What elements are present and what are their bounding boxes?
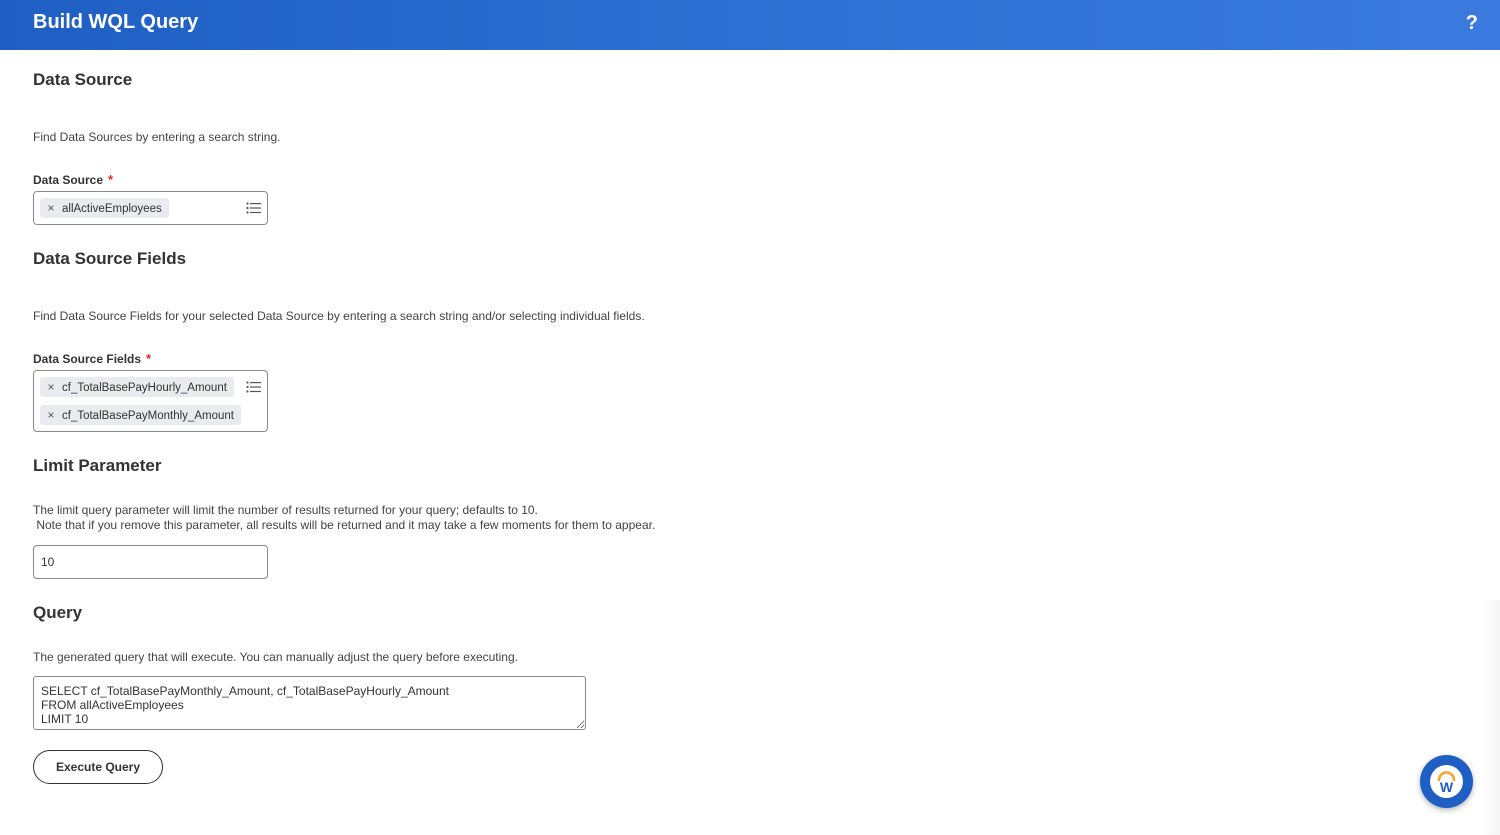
execute-query-button[interactable]: Execute Query — [33, 750, 163, 784]
data-source-label-text: Data Source — [33, 173, 104, 187]
data-source-label: Data Source * — [33, 172, 114, 188]
query-section-title: Query — [33, 603, 83, 622]
field-chip: × cf_TotalBasePayHourly_Amount — [40, 377, 234, 397]
help-button[interactable]: ? — [1466, 11, 1478, 35]
workday-assistant-button[interactable]: W — [1420, 755, 1473, 808]
chip-label: allActiveEmployees — [62, 203, 162, 215]
data-source-input[interactable]: × allActiveEmployees — [33, 191, 268, 225]
list-icon[interactable] — [246, 202, 262, 214]
data-source-fields-label-text: Data Source Fields — [33, 352, 142, 366]
page-header: Build WQL Query ? — [0, 0, 1500, 50]
limit-parameter-section-title: Limit Parameter — [33, 456, 162, 475]
assistant-letter: W — [1440, 779, 1454, 795]
data-source-chip: × allActiveEmployees — [40, 198, 169, 218]
assistant-logo-icon: W — [1437, 771, 1456, 795]
remove-chip-icon[interactable]: × — [40, 405, 62, 425]
data-source-section-title: Data Source — [33, 70, 133, 89]
data-source-description: Find Data Sources by entering a search s… — [33, 130, 281, 144]
query-description: The generated query that will execute. Y… — [33, 650, 518, 664]
data-source-fields-description: Find Data Source Fields for your selecte… — [33, 309, 645, 323]
chip-label: cf_TotalBasePayHourly_Amount — [62, 382, 227, 394]
limit-description-line2: Note that if you remove this parameter, … — [33, 518, 656, 532]
data-source-fields-input[interactable]: × cf_TotalBasePayHourly_Amount × cf_TotalB… — [33, 370, 268, 432]
chip-label: cf_TotalBasePayMonthly_Amount — [62, 410, 234, 422]
data-source-fields-section-title: Data Source Fields — [33, 249, 187, 268]
edge-shadow — [1480, 600, 1500, 835]
workday-assistant-icon: W — [1430, 765, 1463, 798]
limit-description-line1: The limit query parameter will limit the… — [33, 503, 538, 517]
limit-input[interactable] — [33, 545, 268, 579]
page-title: Build WQL Query — [33, 11, 199, 33]
required-indicator: * — [146, 351, 152, 366]
list-icon[interactable] — [246, 381, 262, 393]
remove-chip-icon[interactable]: × — [40, 377, 62, 397]
required-indicator: * — [108, 172, 114, 187]
remove-chip-icon[interactable]: × — [40, 198, 62, 218]
data-source-fields-label: Data Source Fields * — [33, 351, 152, 367]
query-textarea[interactable] — [33, 676, 586, 730]
field-chip: × cf_TotalBasePayMonthly_Amount — [40, 405, 241, 425]
